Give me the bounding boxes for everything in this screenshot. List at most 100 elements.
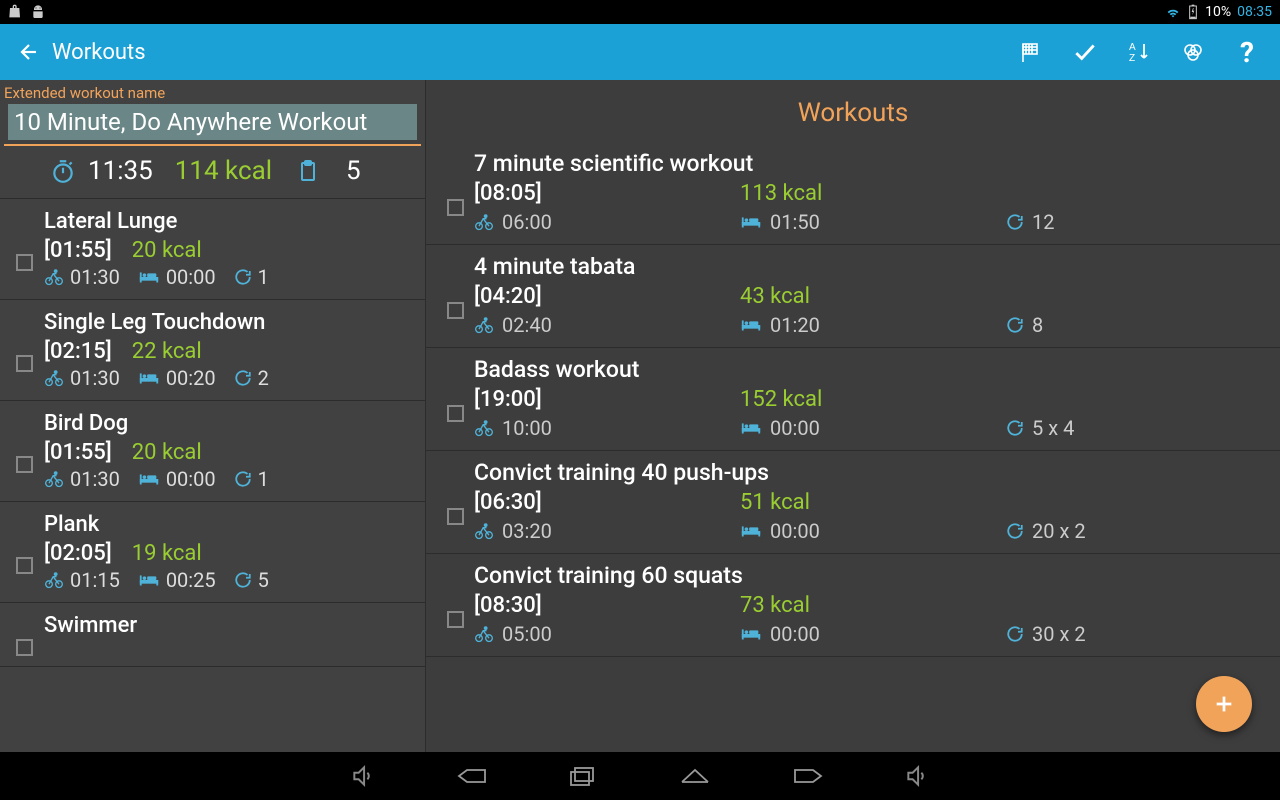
workout-checkbox[interactable] <box>436 356 474 440</box>
bag-icon <box>8 4 24 20</box>
cycle-icon: 5 <box>234 568 269 592</box>
bed-icon <box>740 626 762 642</box>
workout-checkbox[interactable] <box>436 253 474 337</box>
exercise-checkbox[interactable] <box>8 209 40 289</box>
svg-text:Z: Z <box>1129 53 1135 64</box>
bike-icon <box>474 316 494 334</box>
action-bar: Workouts AZ ? <box>0 24 1280 80</box>
clock: 08:35 <box>1237 4 1272 20</box>
bed-icon: 00:00 <box>138 467 216 491</box>
workout-item[interactable]: 7 minute scientific workout [08:05]113 kc… <box>426 142 1280 245</box>
cycle-icon: 1 <box>234 467 269 491</box>
exercise-kcal: 20 kcal <box>132 440 202 465</box>
workout-duration: [19:00] <box>474 387 740 412</box>
left-pane: Extended workout name 10 Minute, Do Anyw… <box>0 80 426 752</box>
workout-checkbox[interactable] <box>436 150 474 234</box>
help-icon[interactable]: ? <box>1234 39 1260 65</box>
recent-nav-icon[interactable] <box>568 763 598 789</box>
bike-icon <box>474 213 494 231</box>
exercise-duration: [02:15] <box>44 339 112 364</box>
exercise-checkbox[interactable] <box>8 411 40 491</box>
exercise-kcal: 20 kcal <box>132 238 202 263</box>
exercise-item[interactable]: Plank [02:05] 19 kcal 01:15 00:25 5 <box>0 502 425 603</box>
workout-checkbox[interactable] <box>436 562 474 646</box>
workout-item[interactable]: 4 minute tabata[04:20]43 kcal02:4001:208 <box>426 245 1280 348</box>
workout-duration: [04:20] <box>474 284 740 309</box>
bike-icon: 01:30 <box>44 366 120 390</box>
back-button[interactable] <box>12 40 48 64</box>
exercise-duration: [01:55] <box>44 238 112 263</box>
bed-icon <box>740 523 762 539</box>
workout-duration: [06:30] <box>474 490 740 515</box>
cycle-icon <box>1006 419 1024 437</box>
wifi-icon <box>1165 4 1181 20</box>
stopwatch-icon <box>50 158 76 184</box>
status-bar: 10% 08:35 <box>0 0 1280 24</box>
check-icon[interactable] <box>1072 39 1098 65</box>
exercise-list[interactable]: Lateral Lunge[01:55]20 kcal01:3000:001Si… <box>0 199 425 752</box>
exercise-item[interactable]: Bird Dog[01:55]20 kcal01:3000:001 <box>0 401 425 502</box>
cycle-icon: 1 <box>234 265 269 289</box>
bed-icon: 00:20 <box>138 366 216 390</box>
workout-name: 7 minute scientific workout <box>474 150 1270 177</box>
cycle-icon <box>1006 213 1024 231</box>
bed-icon: 00:25 <box>138 568 216 592</box>
bed-icon <box>740 317 762 333</box>
workout-name: Badass workout <box>474 356 1270 383</box>
android-icon <box>30 4 46 20</box>
workout-duration: [08:30] <box>474 593 740 618</box>
exercise-kcal: 19 kcal <box>132 541 202 566</box>
battery-percent: 10% <box>1205 4 1231 20</box>
bed-icon <box>740 214 762 230</box>
add-button[interactable] <box>1196 676 1252 732</box>
summary-count: 5 <box>346 156 361 186</box>
workout-item[interactable]: Convict training 40 push-ups[06:30]51 kc… <box>426 451 1280 554</box>
home-nav-icon[interactable] <box>678 763 712 789</box>
bike-icon <box>474 522 494 540</box>
cycle-icon <box>1006 316 1024 334</box>
exercise-item[interactable]: Swimmer <box>0 603 425 667</box>
vol-down-icon[interactable] <box>350 763 376 789</box>
exercise-item[interactable]: Single Leg Touchdown[02:15]22 kcal01:300… <box>0 300 425 401</box>
workout-duration: [08:05] <box>474 181 740 206</box>
bike-icon <box>474 419 494 437</box>
vol-up-icon[interactable] <box>904 763 930 789</box>
sort-az-icon[interactable]: AZ <box>1126 39 1152 65</box>
workout-kcal: 152 kcal <box>740 387 822 412</box>
cycle-icon <box>1006 522 1024 540</box>
content: Extended workout name 10 Minute, Do Anyw… <box>0 80 1280 752</box>
right-pane: Workouts 7 minute scientific workout[08:… <box>426 80 1280 752</box>
exercise-name: Plank <box>44 512 417 537</box>
extended-name-label: Extended workout name <box>0 80 425 104</box>
workout-kcal: 73 kcal <box>740 593 810 618</box>
workout-name: Convict training 60 squats <box>474 562 1270 589</box>
exercise-item[interactable]: Lateral Lunge[01:55]20 kcal01:3000:001 <box>0 199 425 300</box>
exercise-duration: [02:05] <box>44 541 112 566</box>
rings-icon[interactable] <box>1180 39 1206 65</box>
summary-kcal: 114 kcal <box>175 156 272 186</box>
workout-list[interactable]: 7 minute scientific workout [08:05]113 kc… <box>426 142 1280 752</box>
cycle-icon: 2 <box>234 366 269 390</box>
workout-name-input[interactable]: 10 Minute, Do Anywhere Workout <box>8 104 417 140</box>
exercise-checkbox[interactable] <box>8 310 40 390</box>
bike-icon: 01:15 <box>44 568 120 592</box>
workout-kcal: 113 kcal <box>740 181 822 206</box>
workout-item[interactable]: Badass workout[19:00]152 kcal10:0000:005… <box>426 348 1280 451</box>
nav-bar <box>0 752 1280 800</box>
summary-row: 11:35 114 kcal 5 <box>0 146 425 199</box>
workout-checkbox[interactable] <box>436 459 474 543</box>
bed-icon <box>740 420 762 436</box>
page-title: Workouts <box>52 40 1018 65</box>
bed-icon: 00:00 <box>138 265 216 289</box>
exercise-checkbox[interactable] <box>8 613 40 656</box>
cycle-icon <box>1006 625 1024 643</box>
flag-icon[interactable] <box>1018 39 1044 65</box>
workout-item[interactable]: Convict training 60 squats [08:30]73 kcal… <box>426 554 1280 657</box>
bike-icon <box>474 625 494 643</box>
workout-name: Convict training 40 push-ups <box>474 459 1270 486</box>
exercise-checkbox[interactable] <box>8 512 40 592</box>
back-nav-icon[interactable] <box>456 763 488 789</box>
exercise-name: Bird Dog <box>44 411 417 436</box>
back-alt-nav-icon[interactable] <box>792 763 824 789</box>
battery-icon <box>1185 4 1201 20</box>
